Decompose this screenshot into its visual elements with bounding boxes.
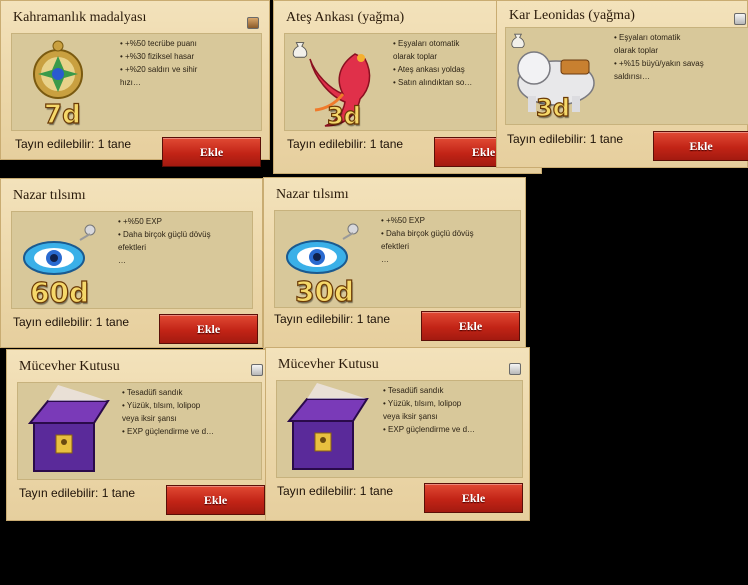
feature-line: • +%20 saldırı ve sihir [120,65,198,74]
item-title: Ateş Ankası (yağma) [286,10,405,25]
add-button[interactable]: Ekle [653,131,748,161]
feature-line: olarak toplar [393,52,438,61]
duration-badge: 7d [43,99,81,130]
available-label: Tayın edilebilir: [277,484,357,498]
feature-list: • Tesadüfi sandık • Yüzük, tılsım, lolip… [122,386,214,438]
feature-line: • Eşyaları otomatik [614,33,681,42]
item-detail-panel: • Tesadüfi sandık • Yüzük, tılsım, lolip… [276,380,523,478]
item-card-kahramanlik-madalyasi: Kahramanlık madalyası 7d • +%50 tecrübe … [0,0,270,167]
moon-icon[interactable] [509,363,521,375]
feature-line: • Yüzük, tılsım, lolipop [383,399,462,408]
available-value: 1 tane [369,137,404,151]
feature-line: olarak toplar [614,46,659,55]
loot-bag-icon [292,42,308,58]
duration-badge: 60d [29,275,90,309]
feature-list: • +%50 tecrübe puanı • +%30 fiziksel has… [120,37,197,89]
available-label: Tayın edilebilir: [15,137,95,151]
available-label: Tayın edilebilir: [13,315,93,329]
loot-bag-icon [511,33,525,48]
feature-list: • +%50 EXP • Daha birçok güçlü dövüş efe… [381,214,474,266]
duration-badge: 30d [294,274,355,308]
feature-list: • +%50 EXP • Daha birçok güçlü dövüş efe… [118,215,211,267]
feature-line: • Tesadüfi sandık [383,386,444,395]
feature-line: saldırısı… [614,72,651,81]
available-value: 1 tane [359,484,394,498]
item-title: Kahramanlık madalyası [13,10,147,25]
treasure-chest-icon [286,383,369,470]
feature-line: • Eşyaları otomatik [393,39,460,48]
add-button[interactable]: Ekle [159,314,258,344]
item-detail-panel: 60d • +%50 EXP • Daha birçok güçlü dövüş… [11,211,253,310]
duration-badge: 3d [326,101,361,130]
available-count: Tayın edilebilir: 1 tane [507,132,623,146]
feature-line: • +%30 fiziksel hasar [120,52,195,61]
available-label: Tayın edilebilir: [274,312,354,326]
feature-line: … [381,255,389,264]
feature-line: • EXP güçlendirme ve d… [383,425,476,434]
available-value: 1 tane [95,315,130,329]
feature-line: … [118,256,126,265]
feature-line: hızı… [120,78,141,87]
item-detail-panel: 7d • +%50 tecrübe puanı • +%30 fiziksel … [11,33,262,131]
available-label: Tayın edilebilir: [287,137,367,151]
feature-line: • +%50 tecrübe puanı [120,39,197,48]
add-button[interactable]: Ekle [421,311,520,341]
feature-line: • +%15 büyü/yakın savaş [614,59,704,68]
treasure-chest-icon [27,385,110,472]
item-title: Mücevher Kutusu [278,357,379,372]
available-count: Tayın edilebilir: 1 tane [13,315,129,329]
item-detail-panel: 3d • Eşyaları otomatik olarak toplar • A… [284,33,499,131]
feature-line: efektleri [381,242,410,251]
moon-icon[interactable] [734,13,746,25]
feature-line: efektleri [118,243,147,252]
available-count: Tayın edilebilir: 1 tane [15,137,131,151]
feature-line: • +%50 EXP [381,216,425,225]
available-value: 1 tane [589,132,624,146]
add-button[interactable]: Ekle [162,137,261,167]
feature-line: • Daha birçok güçlü dövüş [118,230,211,239]
available-label: Tayın edilebilir: [507,132,587,146]
available-count: Tayın edilebilir: 1 tane [287,137,403,151]
item-card-nazar-tilsimi-30d: Nazar tılsımı 30d • +%50 EXP • Daha birç… [263,177,526,349]
feature-list: • Tesadüfi sandık • Yüzük, tılsım, lolip… [383,384,475,436]
item-card-nazar-tilsimi-60d: Nazar tılsımı 60d • +%50 EXP • Daha birç… [0,178,263,348]
feature-line: • Tesadüfi sandık [122,388,183,397]
feature-line: • EXP güçlendirme ve d… [122,427,215,436]
feature-line: • Yüzük, tılsım, lolipop [122,401,201,410]
add-button[interactable]: Ekle [424,483,523,513]
add-button[interactable]: Ekle [166,485,265,515]
available-value: 1 tane [101,486,136,500]
feature-line: veya iksir şansı [383,412,438,421]
feature-line: veya iksir şansı [122,414,177,423]
item-icon[interactable] [247,17,259,29]
item-title: Kar Leonidas (yağma) [509,8,635,23]
item-detail-panel: • Tesadüfi sandık • Yüzük, tılsım, lolip… [17,382,262,480]
item-card-mucevher-kutusu-2: Mücevher Kutusu • Tesadüfi sandık • Yüzü… [265,347,530,521]
available-label: Tayın edilebilir: [19,486,99,500]
item-card-mucevher-kutusu-1: Mücevher Kutusu • Tesadüfi sandık • Yüzü… [6,349,269,521]
item-detail-panel: 30d • +%50 EXP • Daha birçok güçlü dövüş… [274,210,521,309]
item-title: Nazar tılsımı [276,187,349,202]
feature-list: • Eşyaları otomatik olarak toplar • Ateş… [393,37,472,89]
feature-line: • +%50 EXP [118,217,162,226]
item-card-kar-leonidas: Kar Leonidas (yağma) 3d • Eşyaları otoma… [496,0,748,168]
available-value: 1 tane [97,137,132,151]
feature-line: • Ateş ankası yoldaş [393,65,465,74]
item-detail-panel: 3d • Eşyaları otomatik olarak toplar • +… [505,27,748,125]
item-title: Nazar tılsımı [13,188,86,203]
feature-line: • Satın alındıktan so… [393,78,473,87]
feature-list: • Eşyaları otomatik olarak toplar • +%15… [614,31,704,83]
feature-line: • Daha birçok güçlü dövüş [381,229,474,238]
available-count: Tayın edilebilir: 1 tane [19,486,135,500]
available-count: Tayın edilebilir: 1 tane [274,312,390,326]
available-count: Tayın edilebilir: 1 tane [277,484,393,498]
moon-icon[interactable] [251,364,263,376]
item-title: Mücevher Kutusu [19,359,120,374]
duration-badge: 3d [535,93,570,122]
available-value: 1 tane [356,312,391,326]
